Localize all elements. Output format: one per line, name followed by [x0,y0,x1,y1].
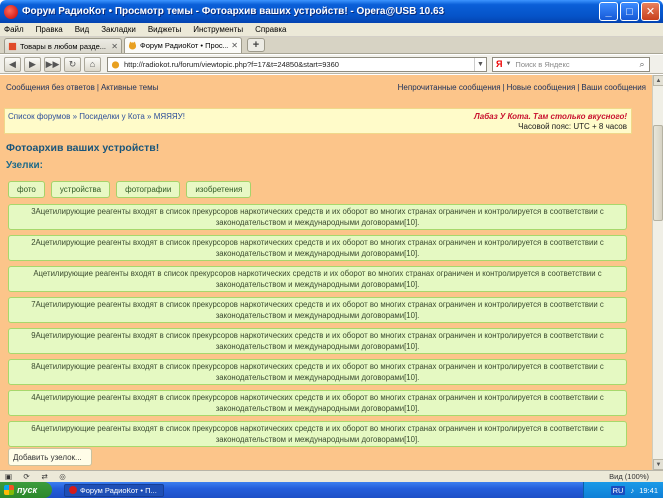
taskbar-item-opera[interactable]: Форум РадиоКот • П... [64,483,164,497]
node-list: 3Ацетилирующие реагенты входят в список … [8,204,627,452]
cat-icon [111,60,120,69]
maximize-button[interactable]: □ [620,2,639,21]
menu-view[interactable]: Вид [75,25,89,34]
address-toolbar: ◀ ▶ ▶▶ ↻ ⌂ http://radiokot.ru/forum/view… [0,55,663,74]
close-button[interactable]: ✕ [641,2,660,21]
scroll-up-icon[interactable]: ▲ [653,75,663,86]
minimize-button[interactable]: _ [599,2,618,21]
clock[interactable]: 19:41 [639,486,658,495]
list-item[interactable]: 6Ацетилирующие реагенты входят в список … [8,421,627,447]
tag-list: фото устройства фотографии изобретения [8,181,252,198]
tag-item[interactable]: фото [8,181,45,198]
search-input[interactable]: Я ▼ Поиск в Яндекс ⌕ [492,56,650,72]
list-item[interactable]: 3Ацетилирующие реагенты входят в список … [8,204,627,230]
new-tab-button[interactable]: + [247,38,265,52]
breadcrumb[interactable]: Список форумов » Посиделки у Кота » МЯЯЯ… [8,112,185,121]
sync-icon[interactable]: ⟳ [21,472,32,481]
tab-bar: Товары в любом разде... ✕ Форум РадиоКот… [0,37,663,54]
your-posts-link[interactable]: Ваши сообщения [581,83,646,92]
window-title: Форум РадиоКот • Просмотр темы - Фотоарх… [22,6,445,17]
panel-toggle-icon[interactable]: ▣ [3,472,14,481]
chevron-down-icon[interactable]: ▼ [505,61,511,67]
chevron-down-icon[interactable]: ▼ [474,57,486,71]
close-tab-icon[interactable]: ✕ [111,42,118,51]
unite-icon[interactable]: ⇄ [39,472,50,481]
top-links-right: Непрочитанные сообщения | Новые сообщения |… [397,83,646,92]
tab-forum[interactable]: Форум РадиоКот • Прос... ✕ [124,37,242,53]
window-controls: _ □ ✕ [599,2,660,21]
page-viewport: Сообщения без ответов | Активные темы Непр… [0,75,652,470]
list-item[interactable]: 7Ацетилирующие реагенты входят в список … [8,297,627,323]
unread-link[interactable]: Непрочитанные сообщения [398,83,501,92]
nodes-label: Узелки: [6,160,43,171]
reload-button[interactable]: ↻ [64,56,81,72]
fast-forward-button[interactable]: ▶▶ [44,56,61,72]
menu-edit[interactable]: Правка [36,25,63,34]
list-item[interactable]: 9Ацетилирующие реагенты входят в список … [8,328,627,354]
promo-link[interactable]: Лабаз У Кота. Там столько вкусного! [474,112,627,121]
menu-tools[interactable]: Инструменты [193,25,243,34]
active-topics-link[interactable]: Активные темы [101,83,158,92]
search-placeholder: Поиск в Яндекс [515,59,570,69]
system-tray: RU ♪ 19:41 [583,482,663,498]
language-indicator[interactable]: RU [610,485,626,495]
home-button[interactable]: ⌂ [84,56,101,72]
forward-button[interactable]: ▶ [24,56,41,72]
list-item[interactable]: 8Ацетилирующие реагенты входят в список … [8,359,627,385]
list-item[interactable]: 2Ацетилирующие реагенты входят в список … [8,235,627,261]
timezone-label: Часовой пояс: UTC + 8 часов [518,122,627,131]
tag-item[interactable]: фотографии [116,181,181,198]
menu-bookmarks[interactable]: Закладки [101,25,136,34]
tab-label: Товары в любом разде... [20,41,106,51]
cat-icon [128,41,137,50]
menu-file[interactable]: Файл [4,25,24,34]
list-item[interactable]: Ацетилирующие реагенты входят в список п… [8,266,627,292]
unanswered-link[interactable]: Сообщения без ответов [6,83,95,92]
scroll-thumb[interactable] [653,125,663,221]
menu-bar: Файл Правка Вид Закладки Виджеты Инструм… [0,23,663,37]
tab-goods[interactable]: Товары в любом разде... ✕ [4,38,122,53]
url-text: http://radiokot.ru/forum/viewtopic.php?f… [124,59,339,69]
menu-widgets[interactable]: Виджеты [148,25,181,34]
taskbar: пуск Форум РадиоКот • П... RU ♪ 19:41 [0,482,663,498]
volume-icon[interactable]: ♪ [630,486,634,495]
url-field[interactable]: http://radiokot.ru/forum/viewtopic.php?f… [107,56,487,72]
back-button[interactable]: ◀ [4,56,21,72]
start-button[interactable]: пуск [0,482,52,498]
page-icon [8,42,17,50]
close-tab-icon[interactable]: ✕ [231,41,238,50]
window-titlebar[interactable]: Форум РадиоКот • Просмотр темы - Фотоарх… [0,0,663,23]
tag-item[interactable]: устройства [50,181,111,198]
tag-item[interactable]: изобретения [186,181,252,198]
list-item[interactable]: 4Ацетилирующие реагенты входят в список … [8,390,627,416]
turbo-icon[interactable]: ◎ [57,472,68,481]
status-bar: ▣ ⟳ ⇄ ◎ Вид (100%) [0,470,663,482]
search-icon[interactable]: ⌕ [635,58,649,71]
navigation-box: Список форумов » Посиделки у Кота » МЯЯЯ… [4,108,632,134]
taskbar-item-label: Форум РадиоКот • П... [80,485,157,495]
scroll-down-icon[interactable]: ▼ [653,459,663,470]
opera-icon [69,486,77,494]
start-label: пуск [17,485,38,495]
page-title[interactable]: Фотоархив ваших устройств! [6,142,159,154]
tab-label: Форум РадиоКот • Прос... [140,41,229,50]
vertical-scrollbar[interactable]: ▲ ▼ [652,75,663,470]
new-posts-link[interactable]: Новые сообщения [507,83,576,92]
zoom-level[interactable]: Вид (100%) [609,472,649,481]
yandex-icon: Я [496,59,503,69]
opera-icon [4,4,18,19]
menu-help[interactable]: Справка [255,25,286,34]
top-links-left: Сообщения без ответов | Активные темы [6,83,159,92]
top-links: Сообщения без ответов | Активные темы Непр… [6,83,646,92]
windows-logo-icon [4,485,14,495]
add-node-button[interactable]: Добавить узелок... [8,448,92,466]
